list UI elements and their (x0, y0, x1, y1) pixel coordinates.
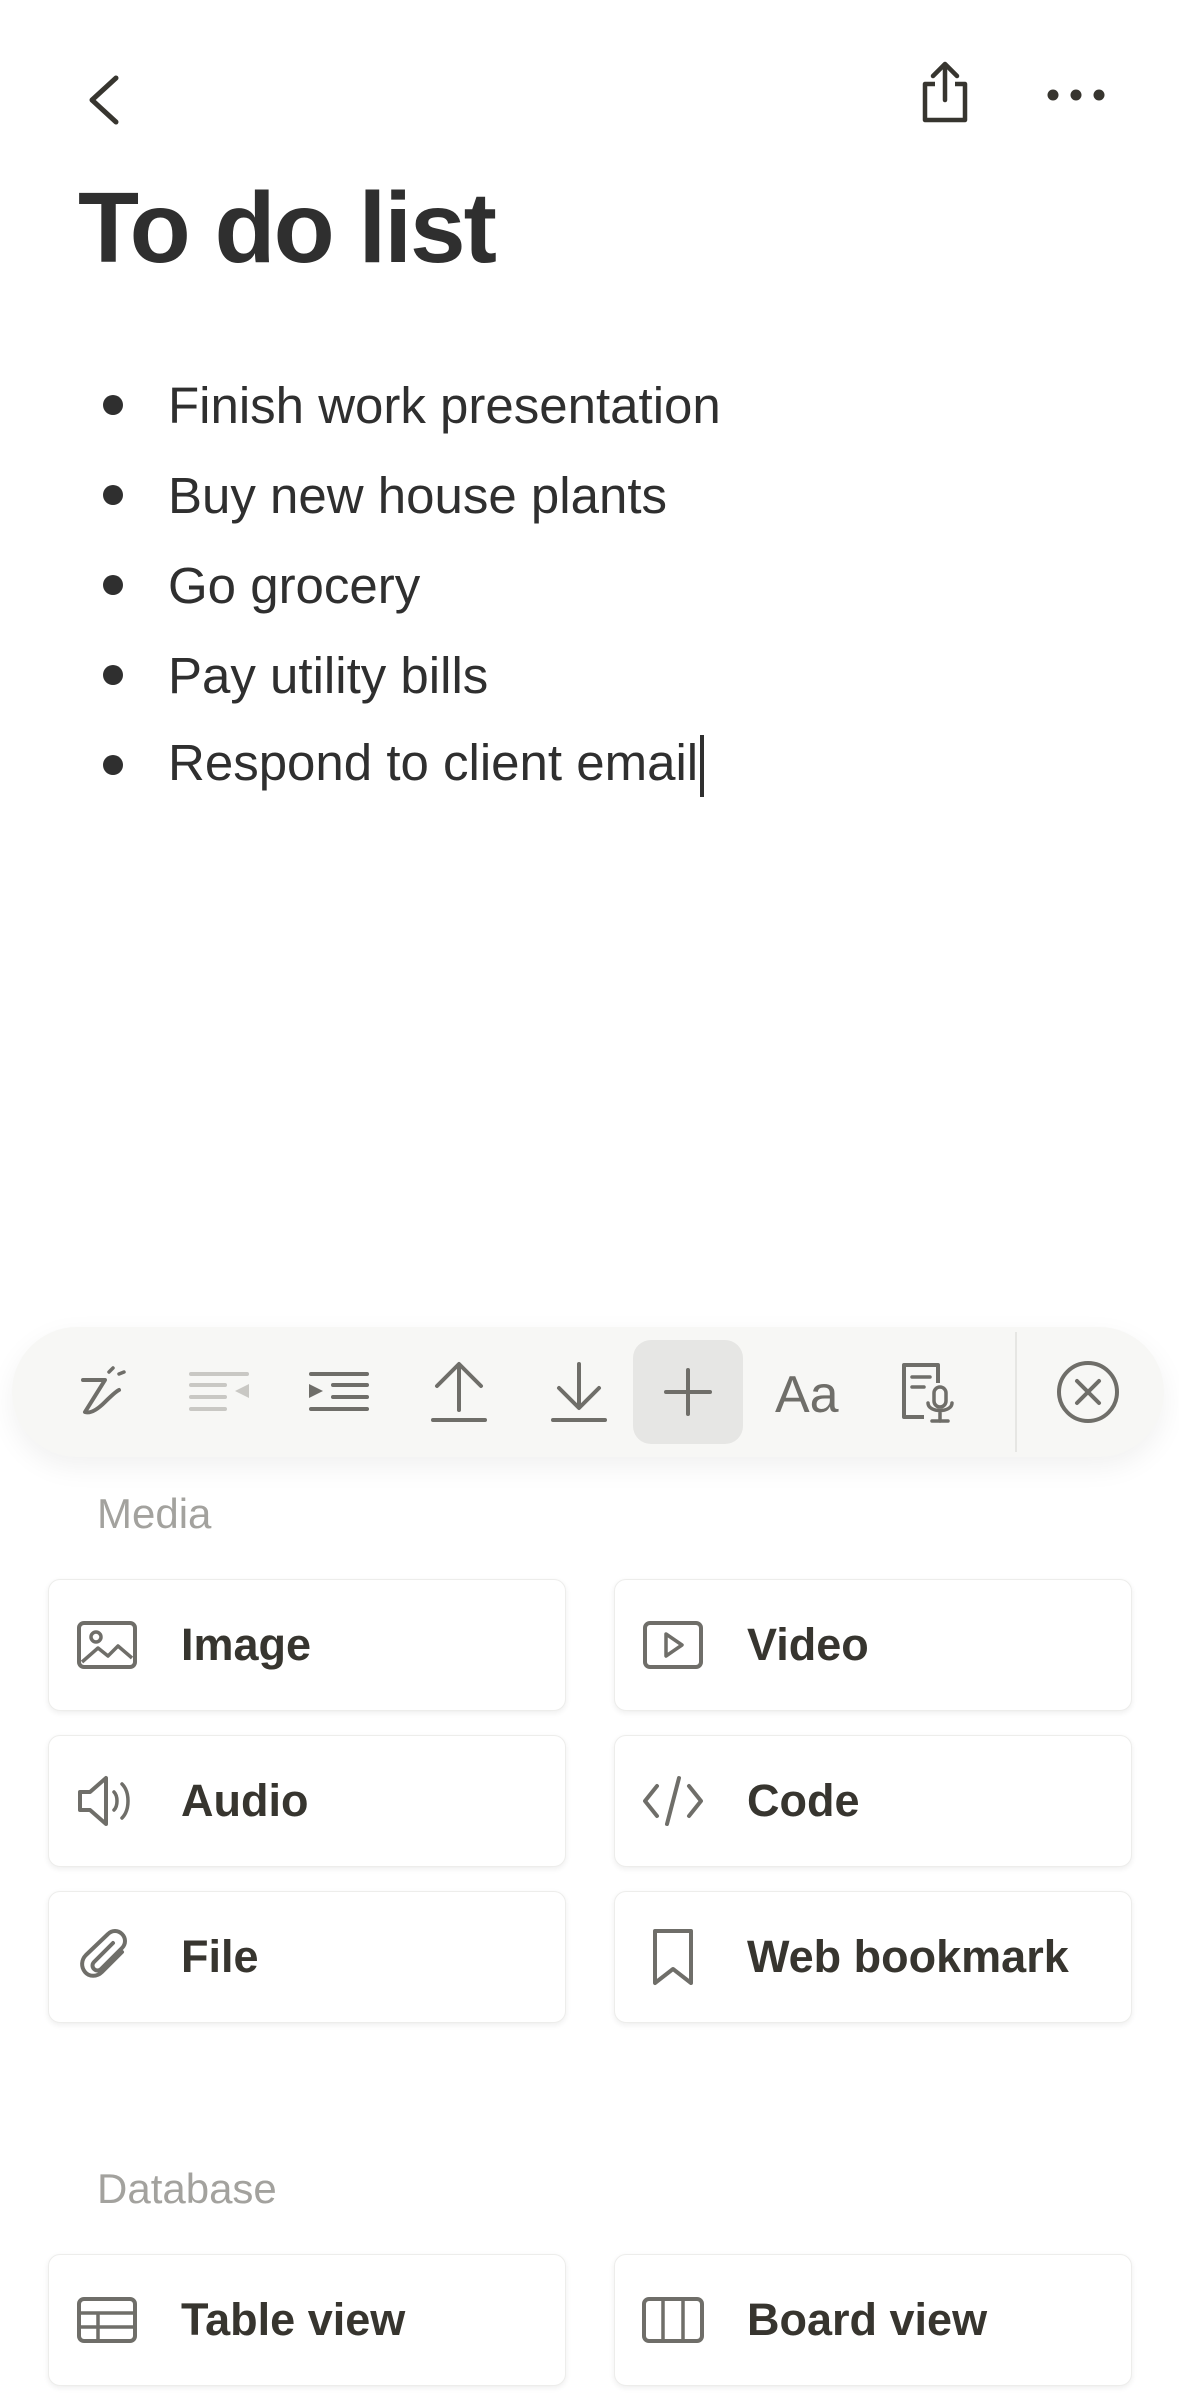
move-down-button[interactable] (524, 1340, 634, 1444)
table-view-label: Table view (181, 2294, 406, 2345)
list-item-text[interactable]: Respond to client email (168, 734, 698, 791)
dictation-button[interactable] (873, 1340, 983, 1444)
bullet-dot (103, 395, 123, 415)
code-icon (641, 1769, 705, 1833)
svg-text:Aa: Aa (775, 1366, 839, 1420)
table-icon (75, 2288, 139, 2352)
more-options-button[interactable] (1036, 55, 1116, 135)
add-block-button[interactable] (633, 1340, 743, 1444)
back-button[interactable] (64, 60, 144, 140)
indent-button[interactable] (284, 1340, 394, 1444)
move-up-button[interactable] (404, 1340, 514, 1444)
top-navigation-bar (0, 0, 1179, 190)
bullet-dot (103, 575, 123, 595)
web-bookmark-block-button[interactable]: Web bookmark (614, 1891, 1132, 2023)
todo-bullet-list: Finish work presentation Buy new house p… (0, 360, 1179, 810)
text-cursor (700, 735, 705, 798)
image-block-button[interactable]: Image (48, 1579, 566, 1711)
move-down-icon (551, 1362, 607, 1422)
page-title[interactable]: To do list (78, 178, 497, 278)
image-icon (75, 1613, 139, 1677)
audio-block-button[interactable]: Audio (48, 1735, 566, 1867)
bullet-dot (103, 485, 123, 505)
add-block-icon (664, 1368, 712, 1416)
outdent-icon (189, 1372, 249, 1411)
ai-pen-icon (81, 1366, 126, 1415)
code-label: Code (747, 1775, 860, 1826)
list-item-text[interactable]: Pay utility bills (168, 646, 488, 705)
ai-pen-button[interactable] (50, 1340, 160, 1444)
text-style-icon: Aa (775, 1366, 839, 1420)
media-section-title: Media (97, 1490, 212, 1537)
bookmark-icon (641, 1925, 705, 1989)
list-item[interactable]: Finish work presentation (0, 360, 1179, 450)
close-toolbar-button[interactable] (1033, 1340, 1143, 1444)
bullet-dot (103, 755, 123, 775)
board-icon (641, 2288, 705, 2352)
video-block-button[interactable]: Video (614, 1579, 1132, 1711)
database-section-title: Database (97, 2165, 277, 2212)
more-horizontal-icon (1047, 89, 1105, 101)
list-item[interactable]: Respond to client email (0, 720, 1179, 810)
video-label: Video (747, 1619, 869, 1670)
text-style-button[interactable]: Aa (753, 1340, 863, 1444)
toolbar-divider (1015, 1332, 1017, 1452)
video-icon (641, 1613, 705, 1677)
close-icon (1057, 1361, 1119, 1423)
list-item-text[interactable]: Buy new house plants (168, 466, 667, 525)
audio-label: Audio (181, 1775, 309, 1826)
table-view-block-button[interactable]: Table view (48, 2254, 566, 2386)
share-button[interactable] (905, 52, 985, 132)
list-item[interactable]: Go grocery (0, 540, 1179, 630)
share-icon (922, 61, 968, 123)
formatting-toolbar: Aa (12, 1327, 1164, 1457)
bullet-dot (103, 665, 123, 685)
move-up-icon (431, 1362, 487, 1422)
list-item[interactable]: Buy new house plants (0, 450, 1179, 540)
indent-icon (309, 1372, 369, 1411)
list-item-text-with-caret[interactable]: Respond to client email (168, 733, 705, 798)
image-label: Image (181, 1619, 312, 1670)
list-item-text[interactable]: Go grocery (168, 556, 420, 615)
web-bookmark-label: Web bookmark (747, 1931, 1069, 1982)
outdent-button[interactable] (164, 1340, 274, 1444)
code-block-button[interactable]: Code (614, 1735, 1132, 1867)
speaker-icon (75, 1769, 139, 1833)
paperclip-icon (75, 1925, 139, 1989)
file-label: File (181, 1931, 259, 1982)
chevron-left-icon (89, 75, 119, 125)
file-block-button[interactable]: File (48, 1891, 566, 2023)
list-item-text[interactable]: Finish work presentation (168, 376, 721, 435)
board-view-block-button[interactable]: Board view (614, 2254, 1132, 2386)
list-item[interactable]: Pay utility bills (0, 630, 1179, 720)
dictation-icon (902, 1363, 954, 1423)
board-view-label: Board view (747, 2294, 988, 2345)
